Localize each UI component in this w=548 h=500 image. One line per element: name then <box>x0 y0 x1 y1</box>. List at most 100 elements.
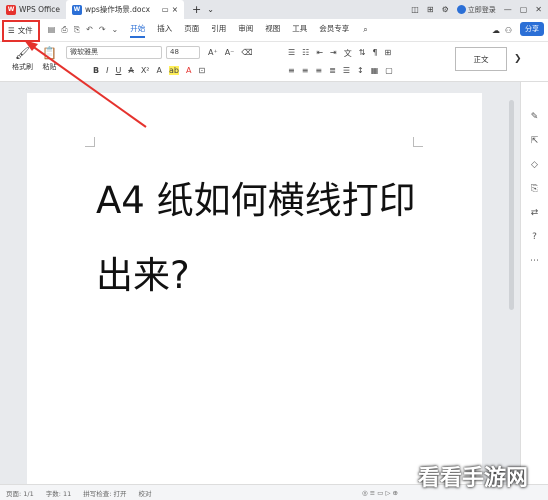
paragraph-tools-top: ☰ ☷ ⇤ ⇥ 文 ⇅ ¶ ⊞ <box>288 48 391 59</box>
borders-icon[interactable]: ▢ <box>385 66 393 75</box>
font-size-select[interactable]: 48 <box>166 46 200 59</box>
ribbon-toolbar: 🖌 格式刷 📋 粘贴 微软雅黑 48 A⁺ A⁻ ⌫ B I U A X² A … <box>0 42 548 82</box>
strikethrough-icon[interactable]: A <box>128 66 133 75</box>
new-tab-button[interactable]: + <box>192 3 201 16</box>
save-icon[interactable]: ▤ <box>48 25 56 35</box>
docs-icon[interactable]: ⎘ <box>531 184 538 194</box>
doc-tab-label: wps操作场景.docx <box>84 5 151 14</box>
title-bar: W WPS Office W wps操作场景.docx ▭ × + ⌄ ◫ ⊞ … <box>0 0 548 19</box>
tab-reference[interactable]: 引用 <box>211 23 226 38</box>
align-center-icon[interactable]: ≡ <box>302 66 309 75</box>
shapes-icon[interactable]: ◇ <box>531 160 538 170</box>
grow-font-icon[interactable]: A⁺ <box>208 48 218 57</box>
font-name-select[interactable]: 微软雅黑 <box>66 46 162 59</box>
format-painter-icon: 🖌 <box>14 46 31 60</box>
spell-check-status[interactable]: 拼写检查: 打开 <box>83 488 126 498</box>
document-page[interactable]: A4 纸如何横线打印 出来? <box>27 93 482 484</box>
doc-line-2: 出来? <box>96 254 190 297</box>
pen-icon[interactable]: ✎ <box>531 112 539 122</box>
doc-line-1: A4 纸如何横线打印 <box>96 179 416 222</box>
pointer-icon[interactable]: ⇱ <box>531 136 539 146</box>
right-sidebar: ✎ ⇱ ◇ ⎘ ⇄ ? ⋯ <box>520 82 548 484</box>
font-size-tools: A⁺ A⁻ ⌫ <box>208 48 253 57</box>
document-body[interactable]: A4 纸如何横线打印 出来? <box>96 163 426 313</box>
line-spacing-icon[interactable]: ↕ <box>357 66 364 75</box>
crop-mark <box>85 137 95 147</box>
cloud-sync-icon[interactable]: ☁ <box>492 26 500 35</box>
layout-icon[interactable]: ◫ <box>411 5 419 14</box>
annotation-highlight-box <box>2 20 40 42</box>
login-button[interactable]: 立即登录 <box>456 5 496 15</box>
text-effect-icon[interactable]: A <box>157 66 162 75</box>
bullet-list-icon[interactable]: ☰ <box>288 48 295 59</box>
justify-icon[interactable]: ≣ <box>329 66 336 75</box>
align-left-icon[interactable]: ≡ <box>288 66 295 75</box>
tab-member[interactable]: 会员专享 <box>319 23 349 38</box>
tab-wps-office[interactable]: W WPS Office <box>0 0 66 19</box>
share-button[interactable]: 分享 <box>520 22 544 36</box>
login-label: 立即登录 <box>467 5 496 14</box>
font-style-tools: B I U A X² A ab A ⊡ <box>93 66 205 75</box>
page-count: 页面: 1/1 <box>6 489 34 498</box>
tab-tools[interactable]: 工具 <box>292 23 307 38</box>
close-window-icon[interactable]: ✕ <box>535 5 542 14</box>
increase-indent-icon[interactable]: ⇥ <box>330 48 337 59</box>
apps-grid-icon[interactable]: ⊞ <box>427 5 434 14</box>
tab-home[interactable]: 开始 <box>130 23 146 38</box>
distribute-icon[interactable]: ☰ <box>343 66 350 75</box>
tab-dropdown-icon[interactable]: ⌄ <box>207 5 214 14</box>
more-icon[interactable]: ⋯ <box>530 256 539 266</box>
quick-access-toolbar: ▤ ⎙ ⎘ ↶ ↷ ⌄ <box>48 25 118 35</box>
shrink-font-icon[interactable]: A⁻ <box>225 48 235 57</box>
paste-label: 粘贴 <box>42 63 57 71</box>
style-gallery-scroll-icon[interactable]: ❯ <box>514 54 522 64</box>
format-painter-label: 格式刷 <box>12 63 33 71</box>
search-icon[interactable]: ⌕ <box>363 25 367 35</box>
quick-access-dropdown-icon[interactable]: ⌄ <box>112 25 119 35</box>
redo-icon[interactable]: ↷ <box>99 25 106 35</box>
tab-insert[interactable]: 插入 <box>157 23 172 38</box>
help-icon[interactable]: ? <box>532 232 537 242</box>
close-tab-icon[interactable]: × <box>172 5 178 14</box>
print-preview-icon[interactable]: ⎘ <box>74 25 80 35</box>
view-mode-icons[interactable]: ◎ ≡ ▭ ▷ ⊕ <box>362 489 398 497</box>
clear-format-icon[interactable]: ⌫ <box>241 48 252 57</box>
decrease-indent-icon[interactable]: ⇤ <box>316 48 323 59</box>
italic-icon[interactable]: I <box>106 66 108 75</box>
word-count[interactable]: 字数: 11 <box>46 488 72 498</box>
print-icon[interactable]: ⎙ <box>61 25 67 35</box>
word-doc-icon: W <box>71 4 82 15</box>
underline-icon[interactable]: U <box>115 66 121 75</box>
undo-icon[interactable]: ↶ <box>86 25 93 35</box>
paste-button[interactable]: 📋 粘贴 <box>42 46 57 72</box>
tab-review[interactable]: 审阅 <box>238 23 253 38</box>
tab-view[interactable]: 视图 <box>265 23 280 38</box>
align-right-icon[interactable]: ≡ <box>315 66 322 75</box>
superscript-icon[interactable]: X² <box>141 66 150 75</box>
bold-icon[interactable]: B <box>93 66 99 75</box>
chinese-layout-icon[interactable]: 文 <box>344 48 352 59</box>
highlight-icon[interactable]: ab <box>168 66 179 75</box>
wps-logo-icon: W <box>6 4 16 15</box>
proofread-button[interactable]: 校对 <box>139 488 152 498</box>
maximize-icon[interactable]: ▢ <box>520 5 528 14</box>
shading-icon[interactable]: ▦ <box>371 66 379 75</box>
collaborate-icon[interactable]: ⚇ <box>505 26 512 35</box>
translate-icon[interactable]: ⇄ <box>531 208 539 218</box>
style-normal-button[interactable]: 正文 <box>455 47 507 71</box>
hide-marks-icon[interactable]: ⊞ <box>385 48 392 59</box>
vertical-scrollbar[interactable] <box>509 100 514 310</box>
font-color-icon[interactable]: A <box>186 66 191 75</box>
char-border-icon[interactable]: ⊡ <box>198 66 205 75</box>
sort-icon[interactable]: ⇅ <box>359 48 366 59</box>
show-marks-icon[interactable]: ¶ <box>372 48 377 59</box>
avatar <box>456 5 466 14</box>
format-painter-button[interactable]: 🖌 格式刷 <box>12 46 33 72</box>
tab-document[interactable]: W wps操作场景.docx ▭ × <box>65 0 184 19</box>
minimize-icon[interactable]: — <box>504 5 512 14</box>
settings-icon[interactable]: ⚙ <box>442 5 449 14</box>
tab-page[interactable]: 页面 <box>184 23 199 38</box>
numbered-list-icon[interactable]: ☷ <box>302 48 309 59</box>
tab-monitor-icon[interactable]: ▭ <box>162 5 169 14</box>
paragraph-tools-bottom: ≡ ≡ ≡ ≣ ☰ ↕ ▦ ▢ <box>288 66 393 75</box>
